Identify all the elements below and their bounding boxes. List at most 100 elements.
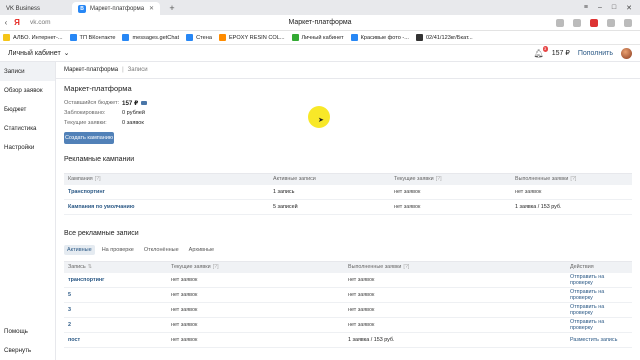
yandex-icon[interactable]: Я bbox=[12, 18, 22, 27]
sidebar-item-records[interactable]: Записи bbox=[0, 62, 55, 81]
breadcrumb-current: Записи bbox=[127, 67, 148, 73]
download-icon[interactable] bbox=[624, 18, 632, 27]
campaign-name[interactable]: Транспортинг bbox=[64, 184, 269, 200]
column-header[interactable]: Текущие заявки [?] bbox=[167, 261, 344, 273]
menu-icon[interactable]: ≡ bbox=[584, 4, 588, 12]
table-row[interactable]: транспортинг нет заявок нет заявок Отпра… bbox=[64, 272, 632, 288]
help-icon: [?] bbox=[435, 176, 442, 183]
table-row[interactable]: 2 нет заявок нет заявок Отправить на про… bbox=[64, 317, 632, 333]
bookmark-item[interactable]: messages.getChat bbox=[122, 34, 179, 41]
maximize-icon[interactable]: □ bbox=[612, 4, 616, 12]
column-header: Действия bbox=[566, 261, 632, 273]
page-heading: Маркет-платформа bbox=[288, 19, 352, 26]
filter-tab-active[interactable]: Активные bbox=[64, 245, 95, 255]
app-header: Личный кабинет ⌄ 🔔︎ 3 157 ₽ Пополнить bbox=[0, 45, 640, 62]
vk-icon: В bbox=[78, 4, 86, 13]
mouse-cursor-icon: ➤ bbox=[318, 117, 324, 124]
record-name[interactable]: 2 bbox=[64, 317, 167, 333]
bookmark-item[interactable]: Личный кабинет bbox=[291, 34, 344, 41]
close-window-icon[interactable]: ✕ bbox=[626, 4, 632, 12]
vk-icon bbox=[350, 34, 358, 41]
orange-icon bbox=[218, 34, 226, 41]
yandex-icon bbox=[3, 34, 10, 41]
browser-tab-vk-business[interactable]: VK Business bbox=[0, 2, 72, 15]
record-name[interactable]: транспортинг bbox=[64, 272, 167, 288]
filter-tab-rejected[interactable]: Отклонённые bbox=[141, 245, 182, 255]
table-cell: нет заявок bbox=[511, 184, 632, 200]
column-header[interactable]: Текущие заявки [?] bbox=[390, 173, 511, 185]
table-cell: нет заявок bbox=[344, 302, 566, 318]
stat-label: Заблокировано: bbox=[64, 110, 106, 116]
filter-tab-archived[interactable]: Архивные bbox=[186, 245, 217, 255]
filter-tab-review[interactable]: На проверке bbox=[99, 245, 137, 255]
notification-badge: 3 bbox=[542, 45, 548, 52]
avatar[interactable] bbox=[621, 47, 632, 59]
breadcrumb: Маркет-платформа | Записи bbox=[64, 67, 148, 73]
send-to-review-link[interactable]: Отправить на проверку bbox=[566, 302, 632, 318]
record-name[interactable]: 3 bbox=[64, 302, 167, 318]
send-to-review-link[interactable]: Отправить на проверку bbox=[566, 317, 632, 333]
card-icon[interactable] bbox=[141, 100, 148, 105]
table-cell: 1 заявка / 153 руб. bbox=[344, 332, 566, 348]
dark-icon bbox=[415, 34, 423, 41]
table-cell: нет заявок bbox=[344, 272, 566, 288]
sidebar-item-collapse[interactable]: Свернуть bbox=[0, 341, 56, 360]
extension-icon[interactable] bbox=[590, 18, 598, 27]
sidebar-item-statistics[interactable]: Статистика bbox=[0, 119, 55, 138]
bookmark-item[interactable]: EPOXY RESIN COL... bbox=[218, 34, 285, 41]
column-header[interactable]: Запись ⇅ bbox=[64, 261, 167, 273]
send-to-review-link[interactable]: Отправить на проверку bbox=[566, 272, 632, 288]
table-cell: нет заявок bbox=[344, 317, 566, 333]
send-to-review-link[interactable]: Отправить на проверку bbox=[566, 287, 632, 303]
campaigns-title: Рекламные кампании bbox=[64, 156, 135, 163]
browser-tab-market-platform[interactable]: В Маркет-платформа ✕ bbox=[72, 2, 160, 15]
topup-link[interactable]: Пополнить bbox=[578, 50, 613, 57]
record-name[interactable]: пост bbox=[64, 332, 167, 348]
extension-icon[interactable] bbox=[607, 18, 615, 27]
browser-tab-bar: VK Business В Маркет-платформа ✕ + ≡ – □… bbox=[0, 0, 640, 15]
column-header[interactable]: Выполненные заявки [?] bbox=[344, 261, 566, 273]
bookmark-item[interactable]: 02/41/123кг/Бкат... bbox=[415, 34, 473, 41]
campaign-name[interactable]: Кампания по умолчанию bbox=[64, 199, 269, 215]
tab-title: VK Business bbox=[6, 5, 41, 12]
stat-label: Текущие заявки: bbox=[64, 120, 107, 126]
bookmark-item[interactable]: ТП ВКонтакте bbox=[69, 34, 115, 41]
bookmark-icon[interactable] bbox=[556, 18, 564, 27]
main-content: Маркет-платформа | Записи Маркет-платформа… bbox=[56, 62, 640, 360]
bookmarks-bar: АЛБО. Интернет-... ТП ВКонтакте messages… bbox=[0, 31, 640, 45]
close-icon[interactable]: ✕ bbox=[149, 5, 154, 12]
bell-icon[interactable]: 🔔︎ 3 bbox=[534, 45, 548, 58]
table-cell: 1 заявка / 153 руб. bbox=[511, 199, 632, 215]
record-name[interactable]: 5 bbox=[64, 287, 167, 303]
table-row[interactable]: 5 нет заявок нет заявок Отправить на про… bbox=[64, 287, 632, 303]
column-header[interactable]: Кампания [?] bbox=[64, 173, 269, 185]
cabinet-selector[interactable]: Личный кабинет ⌄ bbox=[0, 49, 70, 58]
bookmark-item[interactable]: АЛБО. Интернет-... bbox=[3, 34, 63, 41]
help-icon: [?] bbox=[570, 176, 577, 183]
column-header[interactable]: Активные записи bbox=[269, 173, 390, 185]
url-field[interactable]: vk.com bbox=[30, 19, 51, 26]
extension-icon[interactable] bbox=[573, 18, 581, 27]
sidebar-item-settings[interactable]: Настройки bbox=[0, 138, 55, 157]
breadcrumb-root[interactable]: Маркет-платформа bbox=[64, 67, 118, 73]
table-row[interactable]: Кампания по умолчанию 5 записей нет заяв… bbox=[64, 199, 632, 215]
publish-record-link[interactable]: Разместить запись bbox=[566, 332, 632, 348]
stat-row: Заблокировано: 0 рублей bbox=[64, 108, 147, 118]
new-tab-button[interactable]: + bbox=[166, 2, 178, 14]
sidebar-item-help[interactable]: Помощь bbox=[0, 322, 56, 341]
balance: 157 ₽ bbox=[551, 50, 570, 57]
stat-row: Оставшийся бюджет: 157 ₽ bbox=[64, 98, 148, 108]
create-campaign-button[interactable]: Создать кампанию bbox=[64, 132, 114, 144]
back-icon[interactable]: ‹ bbox=[0, 18, 12, 27]
column-header[interactable]: Выполненные заявки [?] bbox=[511, 173, 632, 185]
table-row[interactable]: пост нет заявок 1 заявка / 153 руб. Разм… bbox=[64, 332, 632, 348]
table-cell: нет заявок bbox=[167, 272, 344, 288]
sidebar-item-budget[interactable]: Бюджет bbox=[0, 100, 55, 119]
bookmark-item[interactable]: Стена bbox=[186, 34, 212, 41]
table-row[interactable]: Транспортинг 1 запись нет заявок нет зая… bbox=[64, 184, 632, 200]
minimize-icon[interactable]: – bbox=[598, 4, 602, 12]
sidebar-item-requests[interactable]: Обзор заявок bbox=[0, 81, 55, 100]
table-row[interactable]: 3 нет заявок нет заявок Отправить на про… bbox=[64, 302, 632, 318]
bookmark-item[interactable]: Красивые фото -... bbox=[350, 34, 409, 41]
extension-icons bbox=[556, 18, 640, 27]
